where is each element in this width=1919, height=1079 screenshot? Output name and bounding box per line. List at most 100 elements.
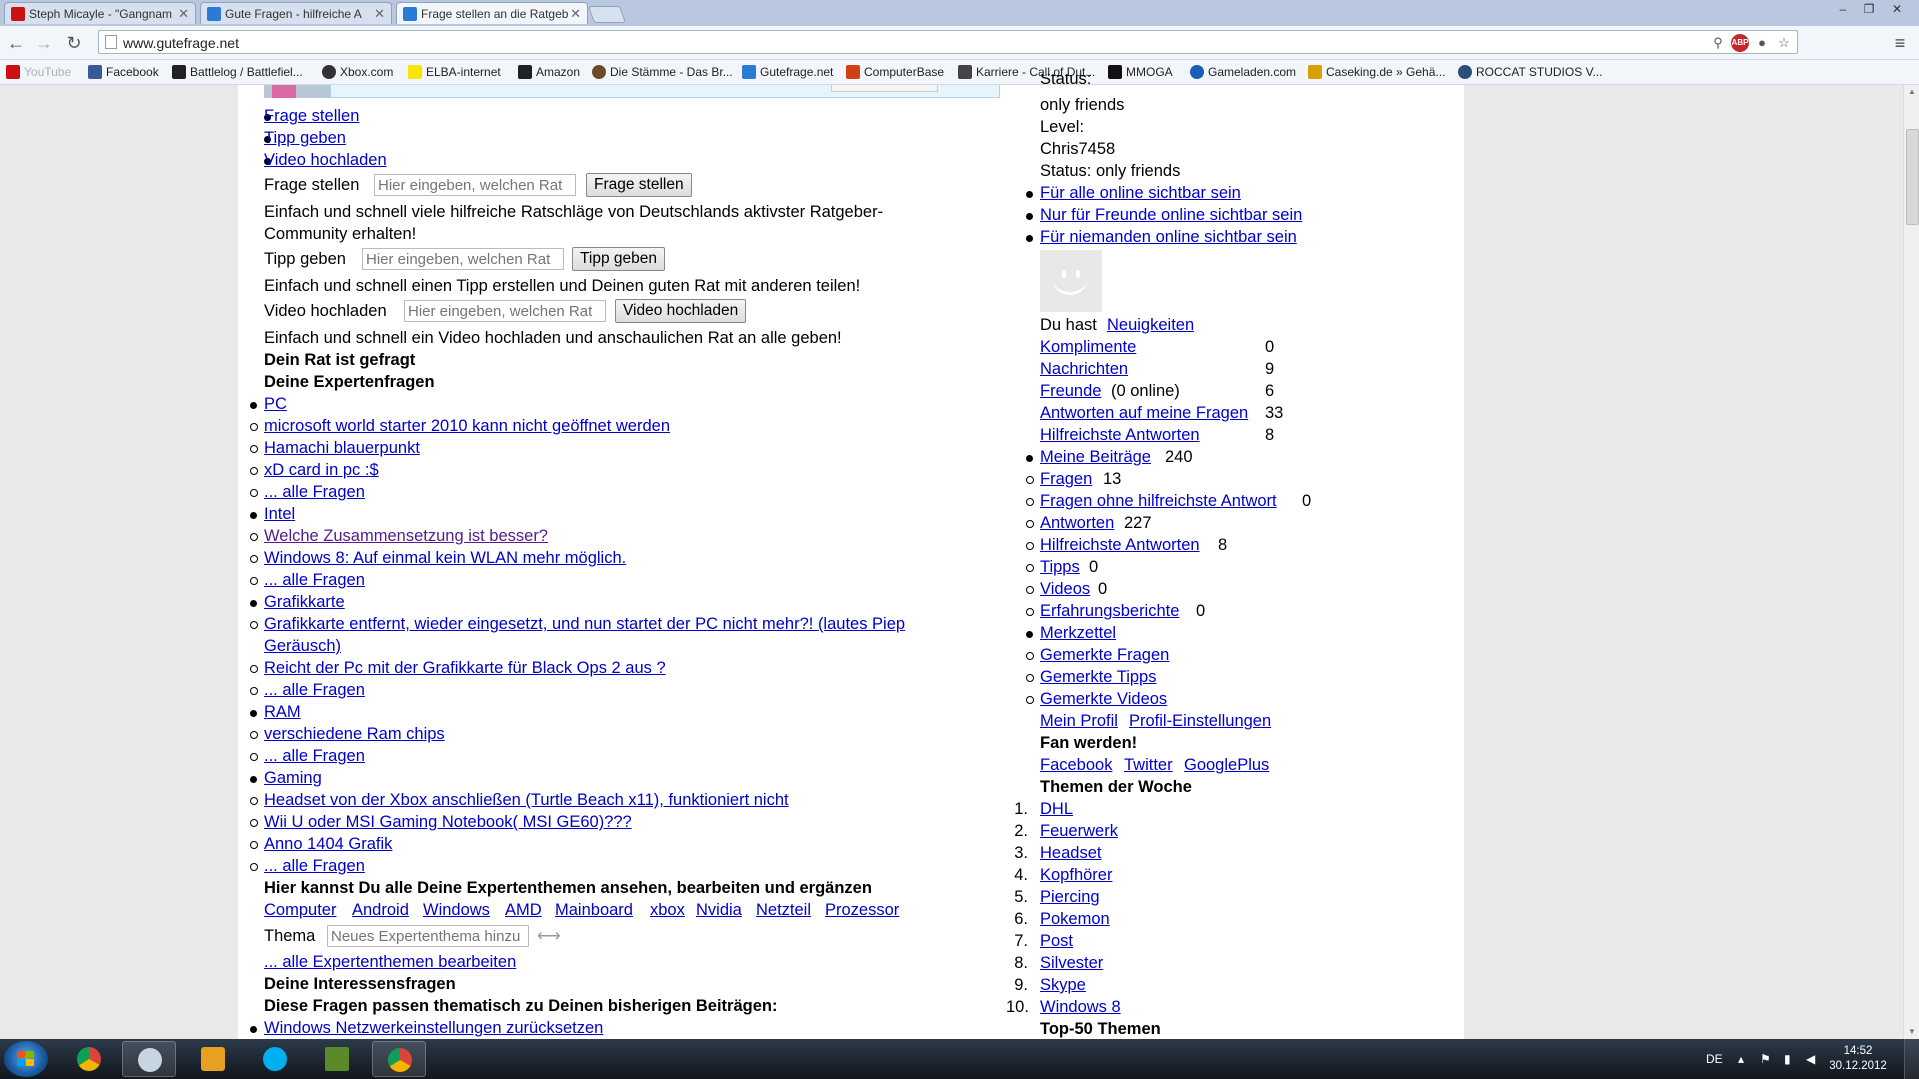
topic-pc[interactable]: PC: [264, 393, 287, 415]
frage-stellen-button[interactable]: Frage stellen: [586, 173, 692, 197]
bookmark-caseking[interactable]: Caseking.de » Gehä...: [1308, 63, 1445, 81]
tipps-link[interactable]: Tipps: [1040, 556, 1080, 578]
expert-tag[interactable]: Nvidia: [696, 899, 742, 921]
action-tipp-geben[interactable]: Tipp geben: [264, 127, 346, 149]
close-tab-icon[interactable]: ✕: [570, 3, 581, 24]
taskbar-steam[interactable]: [122, 1041, 176, 1077]
browser-tab-youtube[interactable]: Steph Micayle - "Gangnam ✕: [4, 2, 196, 24]
themen-link[interactable]: Headset: [1040, 842, 1101, 864]
bookmark-facebook[interactable]: Facebook: [88, 63, 159, 81]
question-link-continued[interactable]: Geräusch): [264, 635, 341, 657]
bookmark-computerbase[interactable]: ComputerBase: [846, 63, 944, 81]
scroll-down-arrow-icon[interactable]: ▼: [1904, 1025, 1919, 1039]
expert-tag[interactable]: Computer: [264, 899, 336, 921]
language-indicator[interactable]: DE: [1706, 1039, 1723, 1079]
bookmark-mmoga[interactable]: MMOGA: [1108, 63, 1173, 81]
action-center-flag-icon[interactable]: ⚑: [1760, 1039, 1771, 1079]
erfahrungsberichte-link[interactable]: Erfahrungsberichte: [1040, 600, 1179, 622]
minimize-icon[interactable]: –: [1830, 0, 1856, 18]
bookmark-battlelog[interactable]: Battlelog / Battlefiel...: [172, 63, 303, 81]
maximize-icon[interactable]: ❐: [1856, 0, 1882, 18]
expert-tag[interactable]: Mainboard: [555, 899, 633, 921]
hilfreichste-antworten-link[interactable]: Hilfreichste Antworten: [1040, 424, 1200, 446]
expert-tag[interactable]: Android: [352, 899, 409, 921]
themen-link[interactable]: Piercing: [1040, 886, 1100, 908]
edit-expert-topics-link[interactable]: ... alle Expertenthemen bearbeiten: [264, 951, 516, 973]
fragen-ohne-antwort-link[interactable]: Fragen ohne hilfreichste Antwort: [1040, 490, 1277, 512]
komplimente-link[interactable]: Komplimente: [1040, 336, 1136, 358]
network-icon[interactable]: ▮: [1784, 1039, 1791, 1079]
video-input[interactable]: [404, 300, 606, 322]
nachrichten-link[interactable]: Nachrichten: [1040, 358, 1128, 380]
bookmark-elba[interactable]: ELBA-internet: [408, 63, 501, 81]
question-link[interactable]: Anno 1404 Grafik: [264, 833, 392, 855]
visibility-none-link[interactable]: Für niemanden online sichtbar sein: [1040, 226, 1297, 248]
visibility-all-link[interactable]: Für alle online sichtbar sein: [1040, 182, 1241, 204]
antworten-link[interactable]: Antworten: [1040, 512, 1114, 534]
new-expert-topic-input[interactable]: [327, 925, 529, 947]
question-link[interactable]: Hamachi blauerpunkt: [264, 437, 420, 459]
question-link[interactable]: xD card in pc :$: [264, 459, 379, 481]
expert-tag[interactable]: Netzteil: [756, 899, 811, 921]
expert-tag[interactable]: Windows: [423, 899, 490, 921]
bookmark-youtube[interactable]: YouTube: [6, 63, 71, 81]
gemerkte-videos-link[interactable]: Gemerkte Videos: [1040, 688, 1167, 710]
taskbar-chrome-active[interactable]: [372, 1041, 426, 1077]
video-hochladen-button[interactable]: Video hochladen: [615, 299, 747, 323]
bookmark-star-icon[interactable]: ☆: [1775, 34, 1793, 52]
themen-link[interactable]: Windows 8: [1040, 996, 1121, 1018]
browser-tab-gutefrage[interactable]: Gute Fragen - hilfreiche A ✕: [200, 2, 392, 24]
taskbar-minecraft[interactable]: [310, 1041, 364, 1077]
bookmark-xbox[interactable]: Xbox.com: [322, 63, 393, 81]
videos-link[interactable]: Videos: [1040, 578, 1090, 600]
tray-expand-icon[interactable]: ▴: [1738, 1039, 1744, 1079]
question-link[interactable]: Wii U oder MSI Gaming Notebook( MSI GE60…: [264, 811, 632, 833]
tipp-geben-button[interactable]: Tipp geben: [572, 247, 665, 271]
show-desktop-button[interactable]: [1904, 1039, 1919, 1079]
gemerkte-fragen-link[interactable]: Gemerkte Fragen: [1040, 644, 1169, 666]
topic-ram[interactable]: RAM: [264, 701, 301, 723]
system-clock[interactable]: 14:52 30.12.2012: [1820, 1044, 1896, 1074]
interest-question-link[interactable]: Windows Netzwerkeinstellungen zurücksetz…: [264, 1017, 603, 1039]
question-link[interactable]: Headset von der Xbox anschließen (Turtle…: [264, 789, 789, 811]
profil-einstellungen-link[interactable]: Profil-Einstellungen: [1129, 710, 1271, 732]
adblock-icon[interactable]: ABP: [1731, 34, 1749, 52]
question-link[interactable]: microsoft world starter 2010 kann nicht …: [264, 415, 670, 437]
neuigkeiten-link[interactable]: Neuigkeiten: [1107, 314, 1194, 336]
extension-icon[interactable]: ●: [1753, 34, 1771, 52]
back-arrow-icon[interactable]: ←: [4, 31, 28, 55]
taskbar-chrome[interactable]: [62, 1041, 116, 1077]
question-link[interactable]: Grafikkarte entfernt, wieder eingesetzt,…: [264, 613, 905, 635]
fan-twitter-link[interactable]: Twitter: [1124, 754, 1173, 776]
search-icon[interactable]: ⚲: [1709, 34, 1727, 52]
expert-tag[interactable]: xbox: [650, 899, 685, 921]
freunde-link[interactable]: Freunde: [1040, 380, 1101, 402]
browser-tab-frage-stellen[interactable]: Frage stellen an die Ratgeb ✕: [396, 2, 588, 24]
vertical-scrollbar[interactable]: ▲ ▼: [1903, 85, 1919, 1039]
themen-link[interactable]: Silvester: [1040, 952, 1103, 974]
topic-intel[interactable]: Intel: [264, 503, 295, 525]
action-frage-stellen[interactable]: Frage stellen: [264, 105, 359, 127]
all-questions-link[interactable]: ... alle Fragen: [264, 481, 365, 503]
topic-grafikkarte[interactable]: Grafikkarte: [264, 591, 345, 613]
bookmark-gameladen[interactable]: Gameladen.com: [1190, 63, 1296, 81]
fan-googleplus-link[interactable]: GooglePlus: [1184, 754, 1269, 776]
tipp-input[interactable]: [362, 248, 564, 270]
fan-facebook-link[interactable]: Facebook: [1040, 754, 1112, 776]
taskbar-skype[interactable]: [248, 1041, 302, 1077]
menu-icon[interactable]: ≡: [1888, 31, 1912, 55]
fragen-link[interactable]: Fragen: [1040, 468, 1092, 490]
expert-tag[interactable]: AMD: [505, 899, 542, 921]
bookmark-die-staemme[interactable]: Die Stämme - Das Br...: [592, 63, 733, 81]
scroll-up-arrow-icon[interactable]: ▲: [1904, 85, 1919, 99]
merkzettel-link[interactable]: Merkzettel: [1040, 622, 1116, 644]
all-questions-link[interactable]: ... alle Fragen: [264, 745, 365, 767]
taskbar-winamp[interactable]: [186, 1041, 240, 1077]
antworten-fragen-link[interactable]: Antworten auf meine Fragen: [1040, 402, 1248, 424]
bookmark-roccat[interactable]: ROCCAT STUDIOS V...: [1458, 63, 1602, 81]
scrollbar-thumb[interactable]: [1906, 129, 1919, 225]
meine-beitraege-link[interactable]: Meine Beiträge: [1040, 446, 1151, 468]
close-tab-icon[interactable]: ✕: [178, 3, 189, 24]
url-input[interactable]: [121, 33, 1625, 53]
start-button[interactable]: [4, 1041, 48, 1077]
